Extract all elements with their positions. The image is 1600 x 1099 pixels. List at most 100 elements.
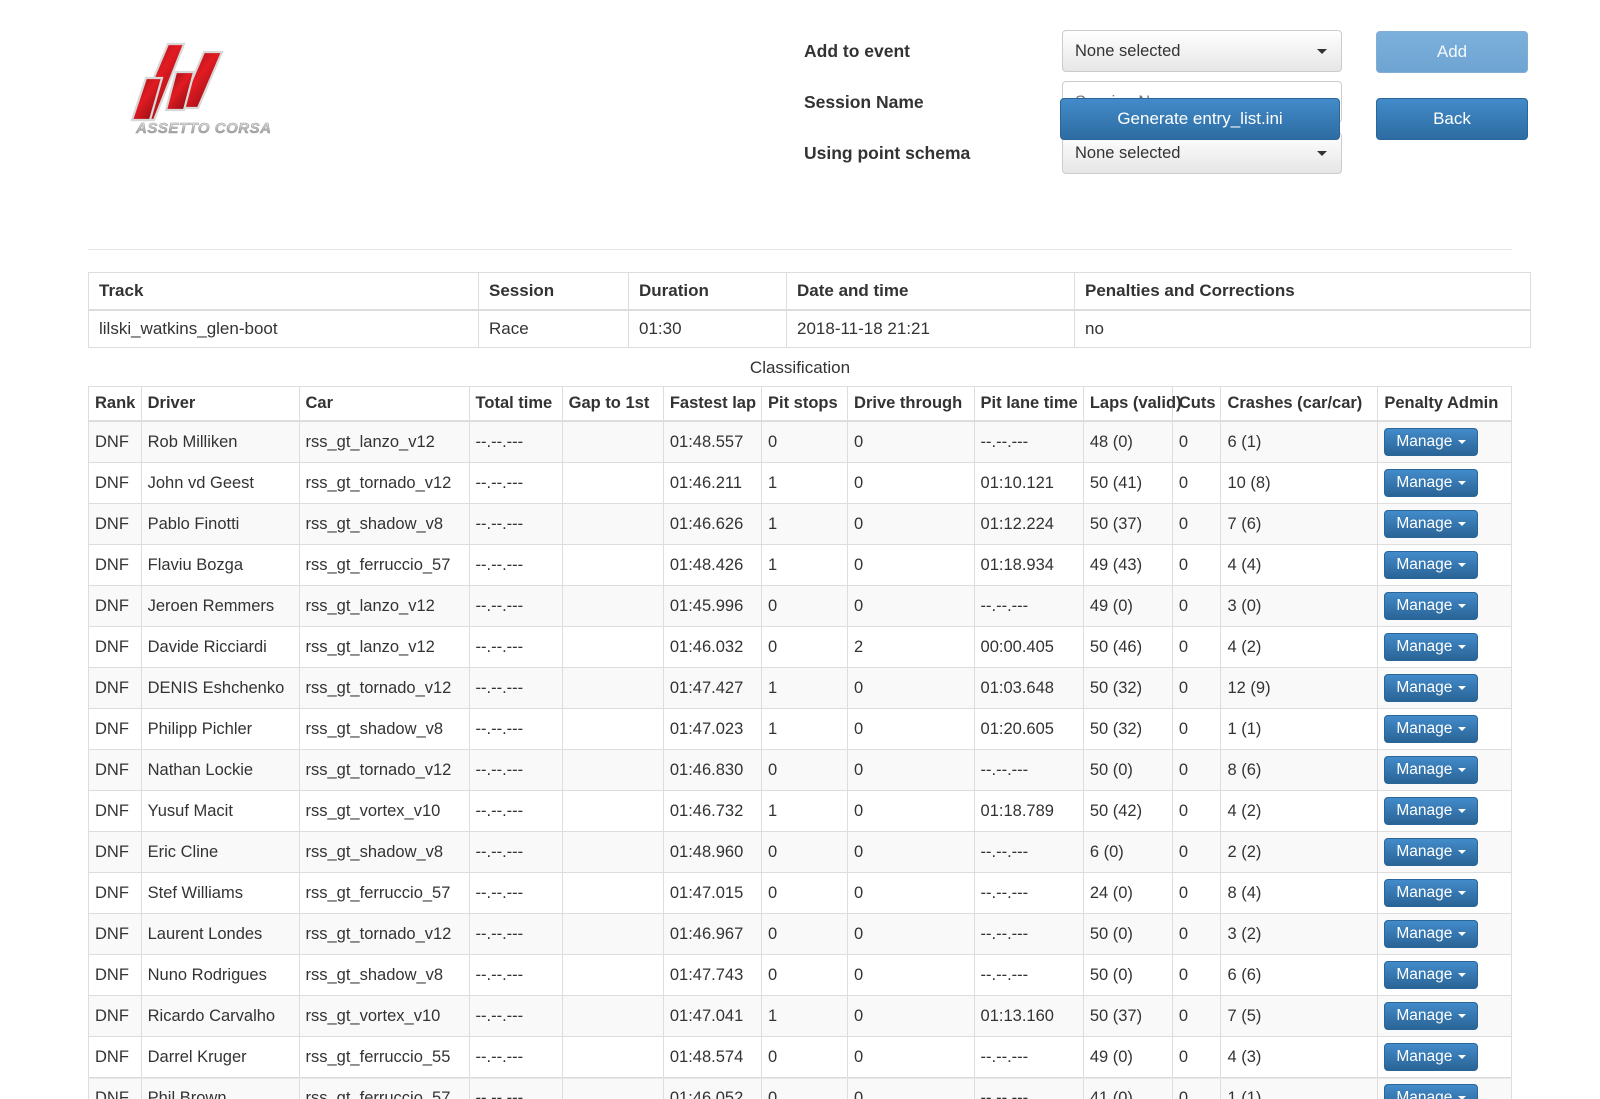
- cell-driver: Ricardo Carvalho: [141, 996, 299, 1037]
- cell-fastest-lap: 01:48.574: [663, 1037, 761, 1078]
- cell-drive-through: 0: [848, 586, 975, 627]
- cell-car: rss_gt_lanzo_v12: [299, 421, 469, 463]
- table-row: DNFYusuf Macitrss_gt_vortex_v10--.--.---…: [89, 791, 1512, 832]
- page-header: ASSETTO CORSA Add to event None selected…: [88, 0, 1512, 250]
- cell-driver: Stef Williams: [141, 873, 299, 914]
- cell-penalty-admin: Manage: [1378, 421, 1512, 463]
- cell-total-time: --.--.---: [469, 586, 562, 627]
- cell-cuts: 0: [1172, 504, 1221, 545]
- cell-car: rss_gt_ferruccio_57: [299, 873, 469, 914]
- manage-button[interactable]: Manage: [1384, 961, 1478, 989]
- cell-crashes: 2 (2): [1221, 832, 1378, 873]
- chevron-down-icon: [1317, 49, 1327, 54]
- cell-crashes: 4 (4): [1221, 545, 1378, 586]
- generate-entry-list-button[interactable]: Generate entry_list.ini: [1060, 98, 1340, 140]
- table-row: DNFDENIS Eshchenkorss_gt_tornado_v12--.-…: [89, 668, 1512, 709]
- cell-laps: 50 (42): [1083, 791, 1172, 832]
- cell-penalty-admin: Manage: [1378, 463, 1512, 504]
- cell-total-time: --.--.---: [469, 832, 562, 873]
- cell-fastest-lap: 01:48.557: [663, 421, 761, 463]
- cell-driver: DENIS Eshchenko: [141, 668, 299, 709]
- chevron-down-icon: [1458, 604, 1466, 608]
- manage-button[interactable]: Manage: [1384, 428, 1478, 456]
- cell-drive-through: 0: [848, 996, 975, 1037]
- cell-car: rss_gt_tornado_v12: [299, 750, 469, 791]
- add-to-event-select[interactable]: None selected: [1062, 30, 1342, 72]
- cell-pit-stops: 0: [762, 914, 848, 955]
- cell-pit-stops: 1: [762, 996, 848, 1037]
- col-header-fastest-lap: Fastest lap: [663, 387, 761, 422]
- add-button[interactable]: Add: [1376, 31, 1528, 73]
- cell-total-time: --.--.---: [469, 1078, 562, 1099]
- cell-fastest-lap: 01:47.041: [663, 996, 761, 1037]
- manage-button[interactable]: Manage: [1384, 592, 1478, 620]
- footer-divider: [88, 1078, 1512, 1079]
- col-header-laps: Laps (valid): [1083, 387, 1172, 422]
- point-schema-label: Using point schema: [804, 132, 1062, 174]
- cell-penalty-admin: Manage: [1378, 1078, 1512, 1099]
- cell-penalty-admin: Manage: [1378, 996, 1512, 1037]
- cell-cuts: 0: [1172, 955, 1221, 996]
- table-row: DNFDavide Ricciardirss_gt_lanzo_v12--.--…: [89, 627, 1512, 668]
- manage-button-label: Manage: [1396, 925, 1452, 943]
- cell-pit-lane-time: 00:00.405: [974, 627, 1083, 668]
- cell-gap: [562, 914, 663, 955]
- info-value-penalties: no: [1075, 310, 1531, 348]
- cell-gap: [562, 463, 663, 504]
- cell-total-time: --.--.---: [469, 955, 562, 996]
- info-header-penalties: Penalties and Corrections: [1075, 273, 1531, 311]
- cell-drive-through: 0: [848, 463, 975, 504]
- col-header-pit-stops: Pit stops: [762, 387, 848, 422]
- manage-button[interactable]: Manage: [1384, 510, 1478, 538]
- cell-crashes: 6 (1): [1221, 421, 1378, 463]
- cell-crashes: 3 (0): [1221, 586, 1378, 627]
- manage-button[interactable]: Manage: [1384, 1002, 1478, 1030]
- cell-car: rss_gt_lanzo_v12: [299, 586, 469, 627]
- cell-pit-lane-time: 01:20.605: [974, 709, 1083, 750]
- manage-button[interactable]: Manage: [1384, 879, 1478, 907]
- manage-button[interactable]: Manage: [1384, 674, 1478, 702]
- cell-rank: DNF: [89, 668, 142, 709]
- cell-drive-through: 0: [848, 914, 975, 955]
- cell-pit-stops: 0: [762, 955, 848, 996]
- cell-crashes: 3 (2): [1221, 914, 1378, 955]
- manage-button[interactable]: Manage: [1384, 756, 1478, 784]
- cell-drive-through: 0: [848, 709, 975, 750]
- cell-total-time: --.--.---: [469, 914, 562, 955]
- cell-laps: 49 (0): [1083, 1037, 1172, 1078]
- back-button[interactable]: Back: [1376, 98, 1528, 140]
- manage-button[interactable]: Manage: [1384, 715, 1478, 743]
- cell-fastest-lap: 01:47.743: [663, 955, 761, 996]
- cell-driver: Phil Brown: [141, 1078, 299, 1099]
- cell-car: rss_gt_tornado_v12: [299, 668, 469, 709]
- cell-gap: [562, 832, 663, 873]
- cell-laps: 50 (0): [1083, 750, 1172, 791]
- cell-total-time: --.--.---: [469, 504, 562, 545]
- cell-car: rss_gt_shadow_v8: [299, 709, 469, 750]
- classification-title: Classification: [88, 348, 1512, 386]
- manage-button[interactable]: Manage: [1384, 551, 1478, 579]
- cell-drive-through: 0: [848, 791, 975, 832]
- cell-cuts: 0: [1172, 791, 1221, 832]
- cell-pit-lane-time: --.--.---: [974, 750, 1083, 791]
- cell-driver: Philipp Pichler: [141, 709, 299, 750]
- cell-gap: [562, 586, 663, 627]
- cell-penalty-admin: Manage: [1378, 627, 1512, 668]
- cell-gap: [562, 791, 663, 832]
- cell-gap: [562, 873, 663, 914]
- manage-button[interactable]: Manage: [1384, 1084, 1478, 1099]
- cell-fastest-lap: 01:47.015: [663, 873, 761, 914]
- info-value-session: Race: [479, 310, 629, 348]
- cell-pit-stops: 1: [762, 463, 848, 504]
- manage-button[interactable]: Manage: [1384, 797, 1478, 825]
- manage-button[interactable]: Manage: [1384, 838, 1478, 866]
- manage-button[interactable]: Manage: [1384, 920, 1478, 948]
- manage-button-label: Manage: [1396, 556, 1452, 574]
- cell-crashes: 6 (6): [1221, 955, 1378, 996]
- manage-button[interactable]: Manage: [1384, 469, 1478, 497]
- cell-crashes: 12 (9): [1221, 668, 1378, 709]
- manage-button[interactable]: Manage: [1384, 633, 1478, 661]
- manage-button[interactable]: Manage: [1384, 1043, 1478, 1071]
- cell-laps: 50 (37): [1083, 504, 1172, 545]
- col-header-driver: Driver: [141, 387, 299, 422]
